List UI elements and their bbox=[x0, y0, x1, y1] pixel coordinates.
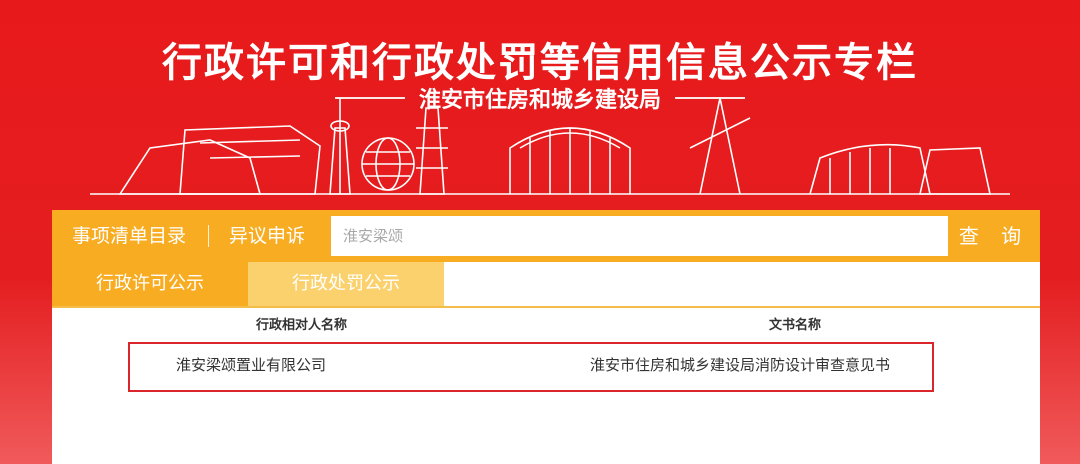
tab-bar: 行政许可公示 行政处罚公示 bbox=[52, 262, 1040, 308]
nav-separator bbox=[208, 225, 209, 247]
table-row[interactable]: 淮安梁颂置业有限公司 淮安市住房和城乡建设局消防设计审查意见书 bbox=[128, 342, 934, 392]
column-header-party: 行政相对人名称 bbox=[256, 318, 348, 333]
query-button[interactable]: 查 询 bbox=[948, 210, 1040, 262]
info-panel: 事项清单目录 异议申诉 查 询 行政许可公示 行政处罚公示 行政相对人名称 文书… bbox=[52, 210, 1040, 464]
column-header-document: 文书名称 bbox=[769, 318, 822, 333]
page-title: 行政许可和行政处罚等信用信息公示专栏 bbox=[162, 40, 918, 86]
tab-administrative-penalty[interactable]: 行政处罚公示 bbox=[248, 262, 444, 306]
search-input[interactable] bbox=[331, 216, 948, 256]
nav-item-appeal[interactable]: 异议申诉 bbox=[229, 210, 305, 262]
search-bar: 事项清单目录 异议申诉 查 询 bbox=[52, 210, 1040, 262]
tab-bar-filler bbox=[444, 262, 1040, 306]
cell-document-name[interactable]: 淮安市住房和城乡建设局消防设计审查意见书 bbox=[590, 354, 890, 375]
tab-administrative-permit[interactable]: 行政许可公示 bbox=[52, 262, 248, 306]
city-skyline-illustration bbox=[90, 97, 1010, 195]
cell-party-name[interactable]: 淮安梁颂置业有限公司 bbox=[176, 354, 326, 375]
nav-item-catalog[interactable]: 事项清单目录 bbox=[72, 210, 186, 262]
